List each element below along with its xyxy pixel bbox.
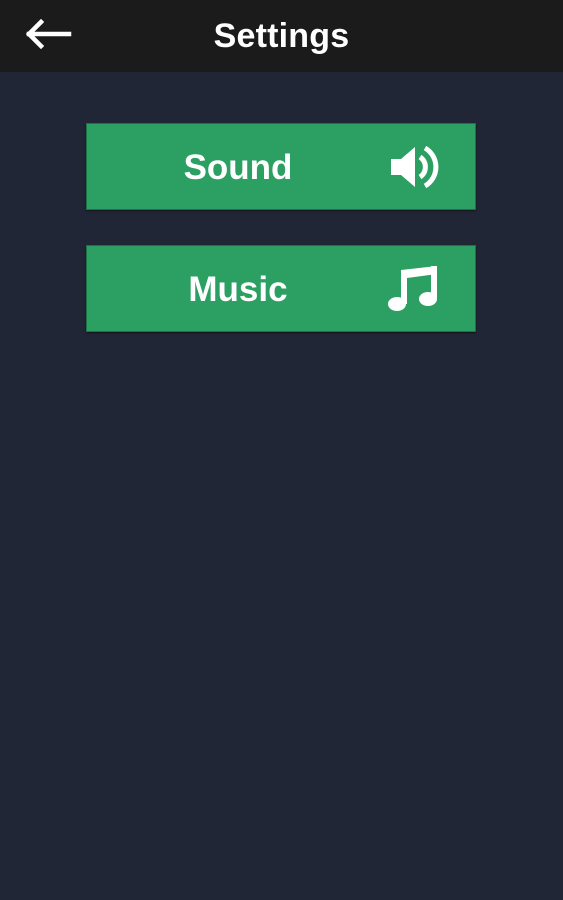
settings-content: Sound Music [0, 72, 563, 900]
speaker-volume-icon [387, 142, 445, 192]
app-bar: Settings [0, 0, 563, 72]
music-label: Music [188, 270, 288, 309]
sound-button[interactable]: Sound [86, 123, 476, 210]
page-title: Settings [213, 17, 350, 55]
sound-label: Sound [183, 148, 293, 187]
music-button[interactable]: Music [86, 245, 476, 332]
music-note-icon [387, 264, 445, 314]
